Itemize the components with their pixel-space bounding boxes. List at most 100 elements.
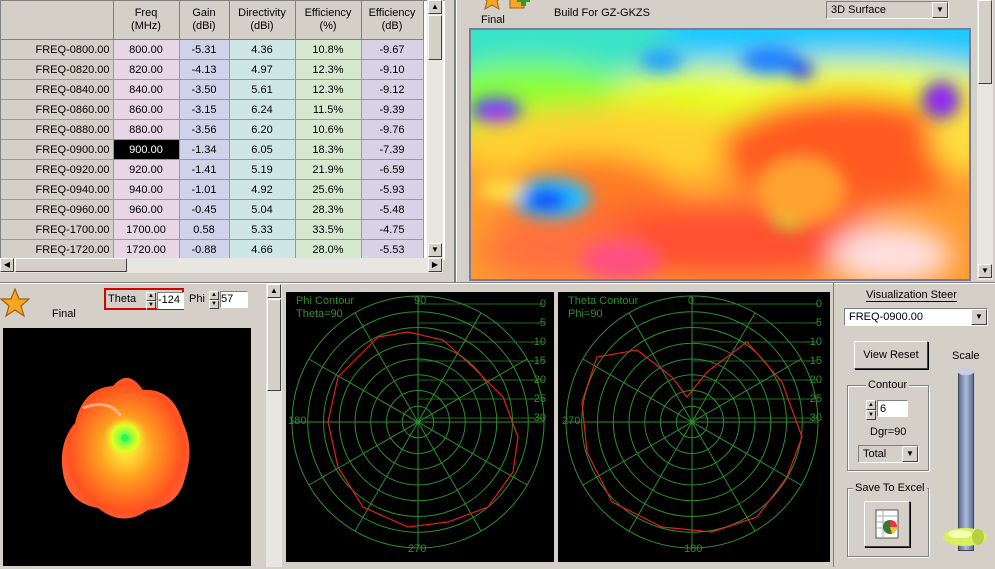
table-cell-dir[interactable]: 4.97 (229, 59, 296, 80)
header-freq[interactable]: Freq (MHz) (113, 1, 180, 40)
table-row[interactable]: FREQ-1700.00 1700.00 0.58 5.33 33.5% -4.75 (1, 219, 424, 240)
table-cell-dir[interactable]: 6.05 (229, 139, 296, 160)
table-cell-freq[interactable]: 820.00 (113, 59, 180, 80)
chevron-down-icon[interactable]: ▼ (932, 2, 948, 18)
row-header[interactable]: FREQ-0880.00 (1, 119, 114, 140)
table-cell-eff-db[interactable]: -5.53 (361, 239, 424, 259)
theta-contour-plot[interactable]: Theta Contour Phi=90 0 270 180 0 -5 -10 -15… (558, 292, 830, 562)
row-header[interactable]: FREQ-0920.00 (1, 159, 114, 180)
surface-scroll-thumb[interactable] (978, 0, 992, 84)
table-cell-eff-pct[interactable]: 12.3% (295, 59, 362, 80)
scale-slider-track[interactable] (958, 373, 974, 551)
table-cell-gain[interactable]: -1.34 (179, 139, 230, 160)
table-cell-eff-db[interactable]: -9.67 (361, 39, 424, 60)
header-efficiency-db[interactable]: Efficiency (dB) (361, 1, 424, 40)
scroll-up-button[interactable]: ▲ (428, 0, 442, 14)
table-cell-eff-pct[interactable]: 28.3% (295, 199, 362, 220)
table-cell-freq[interactable]: 900.00 (113, 139, 180, 160)
scroll-right-button[interactable]: ▶ (428, 258, 442, 272)
scroll-down-button[interactable]: ▼ (428, 243, 442, 257)
table-cell-gain[interactable]: -3.56 (179, 119, 230, 140)
header-gain[interactable]: Gain (dBi) (179, 1, 230, 40)
table-cell-gain[interactable]: -3.50 (179, 79, 230, 100)
header-directivity[interactable]: Directivity (dBi) (229, 1, 296, 40)
table-row[interactable]: FREQ-0820.00 820.00 -4.13 4.97 12.3% -9.10 (1, 59, 424, 80)
table-row[interactable]: FREQ-0960.00 960.00 -0.45 5.04 28.3% -5.48 (1, 199, 424, 220)
table-cell-gain[interactable]: -4.13 (179, 59, 230, 80)
table-horizontal-scrollbar[interactable]: ◀ ▶ (0, 258, 443, 273)
pattern-scroll-up[interactable]: ▲ (267, 284, 281, 298)
table-cell-eff-pct[interactable]: 33.5% (295, 219, 362, 240)
pattern-scroll-thumb[interactable] (267, 299, 281, 391)
row-header[interactable]: FREQ-0840.00 (1, 79, 114, 100)
view-mode-select[interactable]: 3D Surface ▼ (826, 1, 949, 19)
table-cell-dir[interactable]: 6.24 (229, 99, 296, 120)
table-cell-freq[interactable]: 960.00 (113, 199, 180, 220)
pattern-scrollbar[interactable]: ▲ (266, 284, 282, 567)
table-cell-eff-pct[interactable]: 28.0% (295, 239, 362, 259)
row-header[interactable]: FREQ-1720.00 (1, 239, 114, 259)
row-header[interactable]: FREQ-1700.00 (1, 219, 114, 240)
table-cell-freq[interactable]: 940.00 (113, 179, 180, 200)
table-cell-eff-db[interactable]: -5.48 (361, 199, 424, 220)
star-icon[interactable] (480, 0, 504, 11)
table-cell-gain[interactable]: -1.01 (179, 179, 230, 200)
add-icon[interactable] (508, 0, 532, 10)
table-cell-freq[interactable]: 840.00 (113, 79, 180, 100)
contour-spinner[interactable]: ▲ ▼ (866, 400, 876, 420)
table-cell-eff-db[interactable]: -9.10 (361, 59, 424, 80)
table-row[interactable]: FREQ-0800.00 800.00 -5.31 4.36 10.8% -9.67 (1, 39, 424, 60)
star-icon[interactable] (0, 287, 31, 318)
save-to-excel-button[interactable] (864, 501, 910, 547)
table-cell-gain[interactable]: 0.58 (179, 219, 230, 240)
scroll-left-button[interactable]: ◀ (0, 258, 14, 272)
phi-spinner[interactable]: ▲ ▼ (209, 291, 219, 309)
table-cell-gain[interactable]: -5.31 (179, 39, 230, 60)
table-cell-dir[interactable]: 5.19 (229, 159, 296, 180)
table-cell-dir[interactable]: 4.66 (229, 239, 296, 259)
table-cell-dir[interactable]: 5.33 (229, 219, 296, 240)
table-cell-gain[interactable]: -0.88 (179, 239, 230, 259)
theta-input[interactable]: -124 (157, 292, 184, 309)
surface-scroll-down[interactable]: ▼ (978, 264, 992, 278)
vertical-splitter[interactable] (454, 0, 457, 283)
table-cell-eff-db[interactable]: -9.12 (361, 79, 424, 100)
contour-input[interactable]: 6 (877, 400, 908, 417)
theta-spinner[interactable]: ▲ ▼ (146, 292, 156, 310)
chevron-down-icon[interactable]: ▼ (902, 446, 918, 462)
table-cell-eff-pct[interactable]: 10.6% (295, 119, 362, 140)
table-cell-eff-pct[interactable]: 18.3% (295, 139, 362, 160)
table-cell-eff-db[interactable]: -5.93 (361, 179, 424, 200)
row-header[interactable]: FREQ-0860.00 (1, 99, 114, 120)
table-cell-freq[interactable]: 800.00 (113, 39, 180, 60)
frequency-select[interactable]: FREQ-0900.00 ▼ (844, 308, 988, 326)
table-cell-freq[interactable]: 920.00 (113, 159, 180, 180)
table-cell-dir[interactable]: 5.04 (229, 199, 296, 220)
phi-contour-plot[interactable]: Phi Contour Theta=90 90 180 270 0 -5 -10 -1… (286, 292, 554, 562)
hscroll-thumb[interactable] (15, 258, 127, 272)
scale-slider-knob[interactable] (942, 526, 988, 548)
table-cell-dir[interactable]: 4.92 (229, 179, 296, 200)
row-header[interactable]: FREQ-0900.00 (1, 139, 114, 160)
table-cell-eff-pct[interactable]: 12.3% (295, 79, 362, 100)
table-row[interactable]: FREQ-0880.00 880.00 -3.56 6.20 10.6% -9.76 (1, 119, 424, 140)
contour-mode-select[interactable]: Total ▼ (858, 445, 919, 463)
table-cell-dir[interactable]: 5.61 (229, 79, 296, 100)
table-cell-eff-db[interactable]: -6.59 (361, 159, 424, 180)
table-cell-freq[interactable]: 880.00 (113, 119, 180, 140)
table-cell-eff-pct[interactable]: 10.8% (295, 39, 362, 60)
table-cell-gain[interactable]: -1.41 (179, 159, 230, 180)
table-cell-eff-db[interactable]: -9.39 (361, 99, 424, 120)
surface-scrollbar[interactable]: ▼ (977, 0, 993, 280)
row-header[interactable]: FREQ-0800.00 (1, 39, 114, 60)
table-cell-eff-db[interactable]: -7.39 (361, 139, 424, 160)
header-efficiency-pct[interactable]: Efficiency (%) (295, 1, 362, 40)
table-cell-eff-pct[interactable]: 11.5% (295, 99, 362, 120)
table-row[interactable]: FREQ-1720.00 1720.00 -0.88 4.66 28.0% -5.53 (1, 239, 424, 259)
table-cell-freq[interactable]: 860.00 (113, 99, 180, 120)
table-cell-eff-db[interactable]: -4.75 (361, 219, 424, 240)
surface-heatmap[interactable] (469, 28, 971, 281)
view-reset-button[interactable]: View Reset (854, 341, 928, 369)
table-cell-freq[interactable]: 1720.00 (113, 239, 180, 259)
row-header[interactable]: FREQ-0820.00 (1, 59, 114, 80)
